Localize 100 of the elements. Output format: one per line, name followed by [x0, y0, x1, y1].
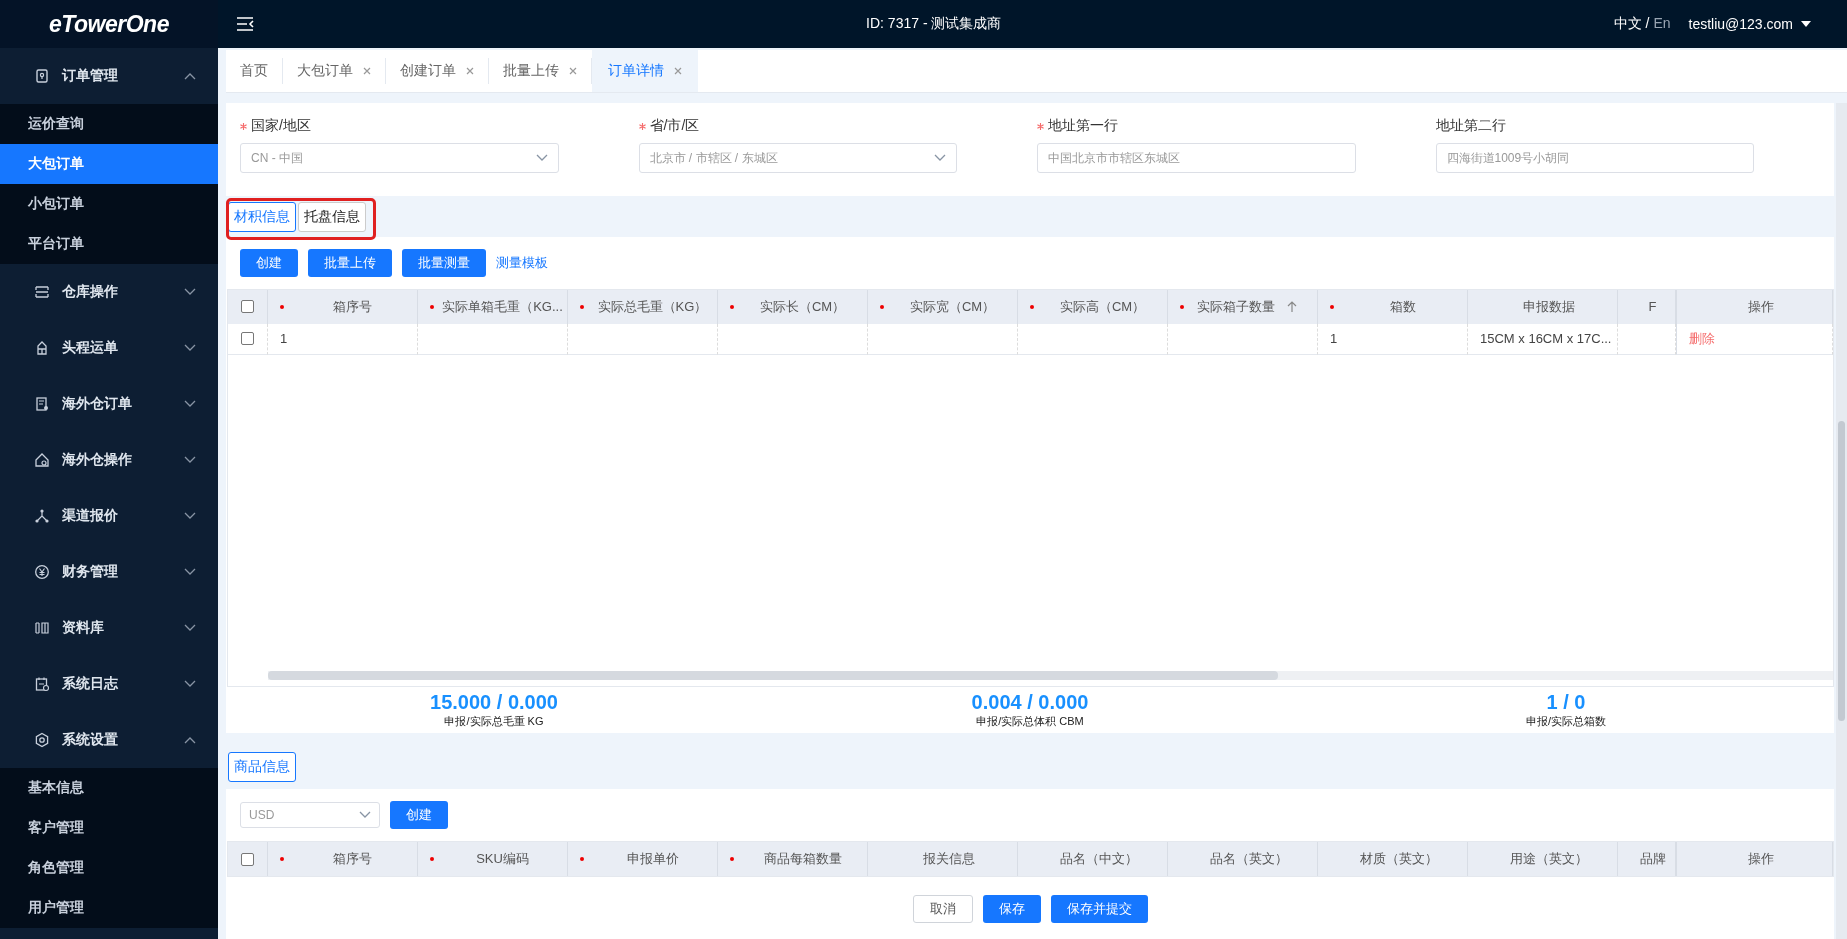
sidebar-item[interactable]: 小包订单: [0, 184, 218, 224]
sidebar-group[interactable]: 海外仓订单: [0, 376, 218, 432]
chevron-icon: [184, 736, 196, 744]
checkbox[interactable]: [241, 300, 254, 314]
user-email[interactable]: testliu@123.com: [1688, 16, 1793, 32]
total-value: 1 / 0: [1546, 690, 1586, 714]
table-cell: 15CM x 16CM x 17C...: [1468, 323, 1618, 355]
table-cell: 1: [1318, 323, 1468, 355]
column-header: 商品每箱数量: [718, 842, 868, 876]
field-label: 地址第一行: [1048, 117, 1118, 135]
column-header: 申报数据: [1468, 289, 1618, 324]
logo: eTowerOne: [0, 0, 218, 48]
page-tab[interactable]: 首页: [226, 58, 283, 84]
toolbar-button[interactable]: 批量上传: [308, 248, 392, 277]
sidebar-group[interactable]: 仓库操作: [0, 264, 218, 320]
column-header: 实际长（CM）: [718, 289, 868, 324]
close-icon[interactable]: [674, 67, 682, 75]
column-header: 申报单价: [568, 842, 718, 876]
total-value: 15.000 / 0.000: [430, 690, 558, 714]
header-title: ID: 7317 - 测试集成商: [865, 15, 1003, 33]
chevron-icon: [184, 456, 196, 464]
page-tab[interactable]: 订单详情: [592, 50, 698, 92]
create-button[interactable]: 创建: [390, 801, 448, 829]
column-header: 操作: [1676, 842, 1833, 876]
chevron-icon: [184, 344, 196, 352]
sidebar-group[interactable]: 海外仓操作: [0, 432, 218, 488]
caret-icon[interactable]: [1801, 21, 1811, 27]
sidebar-group[interactable]: 资料库: [0, 600, 218, 656]
sidebar-group[interactable]: 系统设置: [0, 712, 218, 768]
column-header: 箱数: [1318, 289, 1468, 324]
field-label: 地址第二行: [1435, 117, 1506, 135]
language-option[interactable]: 中文: [1613, 15, 1642, 33]
sidebar-group[interactable]: 财务管理: [0, 544, 218, 600]
column-header: F: [1618, 289, 1676, 324]
section-tab[interactable]: 材积信息: [228, 201, 296, 232]
page-tab[interactable]: 创建订单: [386, 58, 489, 84]
sidebar-item[interactable]: 用户管理: [0, 888, 218, 928]
sidebar-item[interactable]: 运价查询: [0, 104, 218, 144]
footer-button[interactable]: 保存并提交: [1050, 895, 1148, 923]
total-label: 申报/实际总体积 CBM: [976, 713, 1084, 729]
sidebar-item[interactable]: 客户管理: [0, 808, 218, 848]
network-icon: [34, 508, 50, 524]
building-icon: [34, 340, 50, 356]
column-header: 材质（英文）: [1318, 842, 1468, 876]
column-header: 实际总毛重（KG）: [568, 289, 718, 324]
column-header: 品牌: [1618, 842, 1676, 876]
checkbox[interactable]: [241, 852, 254, 866]
sidebar-group[interactable]: 订单管理: [0, 48, 218, 104]
chevron-icon: [184, 568, 196, 576]
close-icon[interactable]: [363, 67, 371, 75]
sidebar-item[interactable]: 基本信息: [0, 768, 218, 808]
column-header: 用途（英文）: [1468, 842, 1618, 876]
vertical-scrollbar[interactable]: [1836, 103, 1847, 939]
chevron-icon: [184, 624, 196, 632]
toolbar-button[interactable]: 批量测量: [402, 248, 486, 277]
total-value: 0.004 / 0.000: [971, 690, 1089, 714]
column-header: 品名（中文）: [1018, 842, 1168, 876]
warehouse-icon: [34, 284, 50, 300]
sidebar-group[interactable]: 头程运单: [0, 320, 218, 376]
column-header: SKU编码: [418, 842, 568, 876]
sort-arrow-icon[interactable]: [1287, 300, 1297, 313]
total-label: 申报/实际总箱数: [1525, 713, 1607, 729]
sidebar-group[interactable]: 系统日志: [0, 656, 218, 712]
horizontal-scrollbar[interactable]: [268, 670, 1833, 680]
chevron-icon: [184, 288, 196, 296]
sidebar-item[interactable]: 大包订单: [0, 144, 218, 184]
table-cell: 1: [268, 323, 418, 355]
id-card-icon: [34, 68, 50, 84]
chevron-icon: [184, 680, 196, 688]
yen-icon: [34, 564, 50, 580]
toolbar-button[interactable]: 创建: [240, 248, 298, 277]
sidebar-group[interactable]: 渠道报价: [0, 488, 218, 544]
checkbox[interactable]: [241, 332, 254, 346]
close-icon[interactable]: [569, 67, 577, 75]
total-label: 申报/实际总毛重 KG: [444, 713, 544, 729]
page-tab[interactable]: 大包订单: [283, 58, 386, 84]
column-header: 操作: [1676, 289, 1833, 324]
language-separator: /: [1645, 15, 1650, 33]
menu-collapse-icon[interactable]: [236, 17, 254, 31]
field-label: 省/市/区: [649, 117, 700, 135]
chevron-icon: [535, 154, 548, 162]
template-link[interactable]: 测量模板: [496, 253, 548, 272]
section-tab[interactable]: 商品信息: [228, 751, 296, 782]
column-header: 实际宽（CM）: [868, 289, 1018, 324]
calendar-icon: [34, 676, 50, 692]
chevron-icon: [184, 400, 196, 408]
close-icon[interactable]: [466, 67, 474, 75]
footer-button[interactable]: 取消: [912, 895, 973, 923]
footer-button[interactable]: 保存: [982, 895, 1041, 923]
section-tab[interactable]: 托盘信息: [298, 201, 366, 232]
chevron-icon: [934, 154, 946, 162]
column-header: 报关信息: [868, 842, 1018, 876]
chevron-icon: [184, 512, 196, 520]
language-option[interactable]: En: [1653, 15, 1671, 33]
column-header: 实际箱子数量: [1168, 289, 1318, 324]
chevron-icon: [184, 72, 196, 80]
sidebar-item[interactable]: 角色管理: [0, 848, 218, 888]
sidebar-item[interactable]: 平台订单: [0, 224, 218, 264]
column-header: 实际单箱毛重（KG...: [418, 289, 568, 324]
column-header: 箱序号: [268, 289, 418, 324]
